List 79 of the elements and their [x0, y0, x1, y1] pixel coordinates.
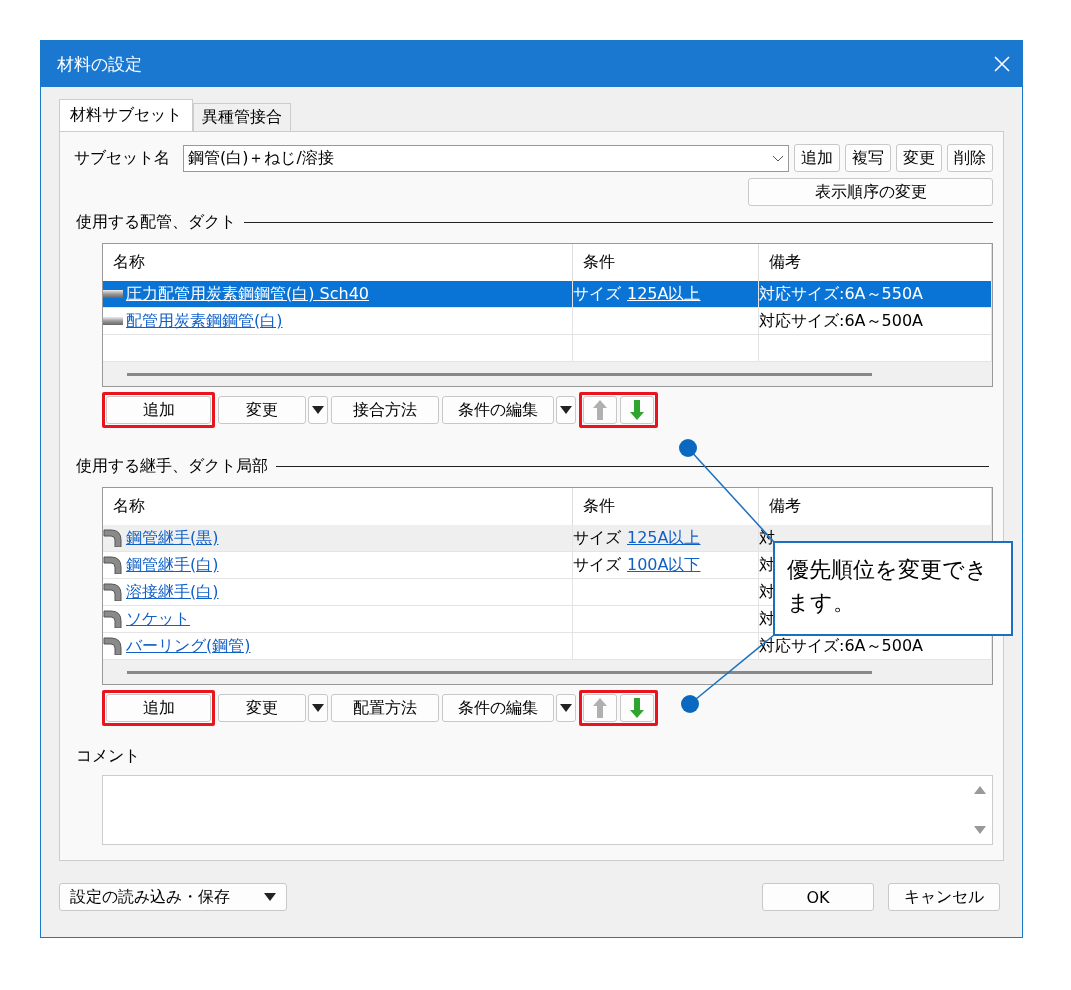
action-button[interactable]: 条件の編集 — [442, 694, 554, 722]
table-row[interactable]: 配管用炭素鋼鋼管(白) 対応サイズ:6A～500A — [103, 308, 992, 335]
table-cell: 対応サイズ:6A～500A — [759, 310, 923, 332]
action-button[interactable]: 変更 — [218, 694, 306, 722]
condition-link[interactable]: 125A以上 — [627, 283, 701, 305]
dropdown-arrow-icon — [312, 704, 324, 712]
table-cell: 対 — [759, 554, 775, 576]
column-header[interactable]: 条件 — [583, 252, 615, 273]
comment-field[interactable] — [102, 775, 993, 845]
section-heading: 使用する配管、ダクト — [76, 212, 236, 233]
table-cell: 対 — [759, 581, 775, 603]
scrollbar[interactable] — [103, 660, 992, 684]
action-button[interactable]: 追加 — [106, 694, 211, 722]
item-link[interactable]: 配管用炭素鋼鋼管(白) — [126, 310, 283, 332]
tab[interactable]: 異種管接合 — [193, 103, 291, 131]
subset-button[interactable]: 複写 — [845, 144, 891, 172]
menu-button[interactable]: 設定の読み込み・保存 — [59, 883, 287, 911]
table-cell: サイズ — [573, 554, 621, 576]
move-down-button[interactable] — [620, 694, 654, 722]
item-link[interactable]: 溶接継手(白) — [126, 581, 219, 603]
dropdown-arrow-icon — [312, 406, 324, 414]
dropdown-button[interactable] — [308, 694, 328, 722]
dropdown-button[interactable] — [308, 396, 328, 424]
scroll-down-icon[interactable] — [974, 826, 986, 834]
callout-tooltip: 優先順位を変更できます。 — [773, 541, 1013, 636]
pipe-icon — [103, 289, 123, 299]
subset-dropdown[interactable]: 鋼管(白)＋ねじ/溶接 — [183, 144, 789, 172]
subset-button[interactable]: 変更 — [896, 144, 942, 172]
elbow-icon — [103, 529, 123, 547]
scrollbar[interactable] — [103, 362, 992, 386]
pipe-icon — [103, 316, 123, 326]
item-link[interactable]: 鋼管継手(黒) — [126, 527, 219, 549]
column-header[interactable]: 名称 — [113, 252, 145, 273]
field-label: サブセット名 — [74, 147, 170, 169]
field-label: コメント — [76, 746, 140, 767]
action-button[interactable]: 条件の編集 — [442, 396, 554, 424]
elbow-icon — [103, 583, 123, 601]
elbow-icon — [103, 556, 123, 574]
condition-link[interactable]: 100A以下 — [627, 554, 701, 576]
item-link[interactable]: 圧力配管用炭素鋼鋼管(白) Sch40 — [126, 283, 370, 305]
action-button[interactable]: 追加 — [106, 396, 211, 424]
subset-button[interactable]: 削除 — [947, 144, 993, 172]
cancel-button[interactable]: キャンセル — [888, 883, 1000, 911]
dropdown-arrow-icon — [560, 406, 572, 414]
action-button[interactable]: 接合方法 — [331, 396, 439, 424]
item-link[interactable]: ソケット — [126, 608, 190, 630]
item-link[interactable]: バーリング(鋼管) — [126, 635, 251, 657]
table-cell: 対応サイズ:6A～550A — [759, 283, 923, 305]
table-row[interactable]: 圧力配管用炭素鋼鋼管(白) Sch40 サイズ 125A以上 対応サイズ:6A～550A — [103, 281, 992, 308]
table-cell: 対 — [759, 608, 775, 630]
ok-button[interactable]: OK — [762, 883, 874, 911]
move-up-button[interactable] — [583, 396, 617, 424]
item-link[interactable]: 鋼管継手(白) — [126, 554, 219, 576]
elbow-icon — [103, 610, 123, 628]
dropdown-button[interactable] — [556, 396, 576, 424]
elbow-icon — [103, 637, 123, 655]
move-up-button[interactable] — [583, 694, 617, 722]
column-header[interactable]: 条件 — [583, 496, 615, 517]
condition-link[interactable]: 125A以上 — [627, 527, 701, 549]
column-header[interactable]: 名称 — [113, 496, 145, 517]
column-header[interactable]: 備考 — [769, 496, 801, 517]
column-header[interactable]: 備考 — [769, 252, 801, 273]
chevron-icon — [772, 154, 784, 162]
table-cell: サイズ — [573, 527, 621, 549]
window-title: 材料の設定 — [57, 52, 142, 76]
dropdown-arrow-icon — [264, 893, 276, 901]
action-button[interactable]: 変更 — [218, 396, 306, 424]
order-button[interactable]: 表示順序の変更 — [748, 178, 993, 206]
subset-button[interactable]: 追加 — [794, 144, 840, 172]
move-down-button[interactable] — [620, 396, 654, 424]
dropdown-button[interactable] — [556, 694, 576, 722]
section-heading: 使用する継手、ダクト局部 — [76, 456, 268, 477]
dropdown-arrow-icon — [560, 704, 572, 712]
scroll-up-icon[interactable] — [974, 786, 986, 794]
table-cell: 対応サイズ:6A～500A — [759, 635, 923, 657]
close-icon[interactable] — [994, 56, 1010, 72]
tab[interactable]: 材料サブセット — [59, 99, 193, 131]
action-button[interactable]: 配置方法 — [331, 694, 439, 722]
table-cell: サイズ — [573, 283, 621, 305]
